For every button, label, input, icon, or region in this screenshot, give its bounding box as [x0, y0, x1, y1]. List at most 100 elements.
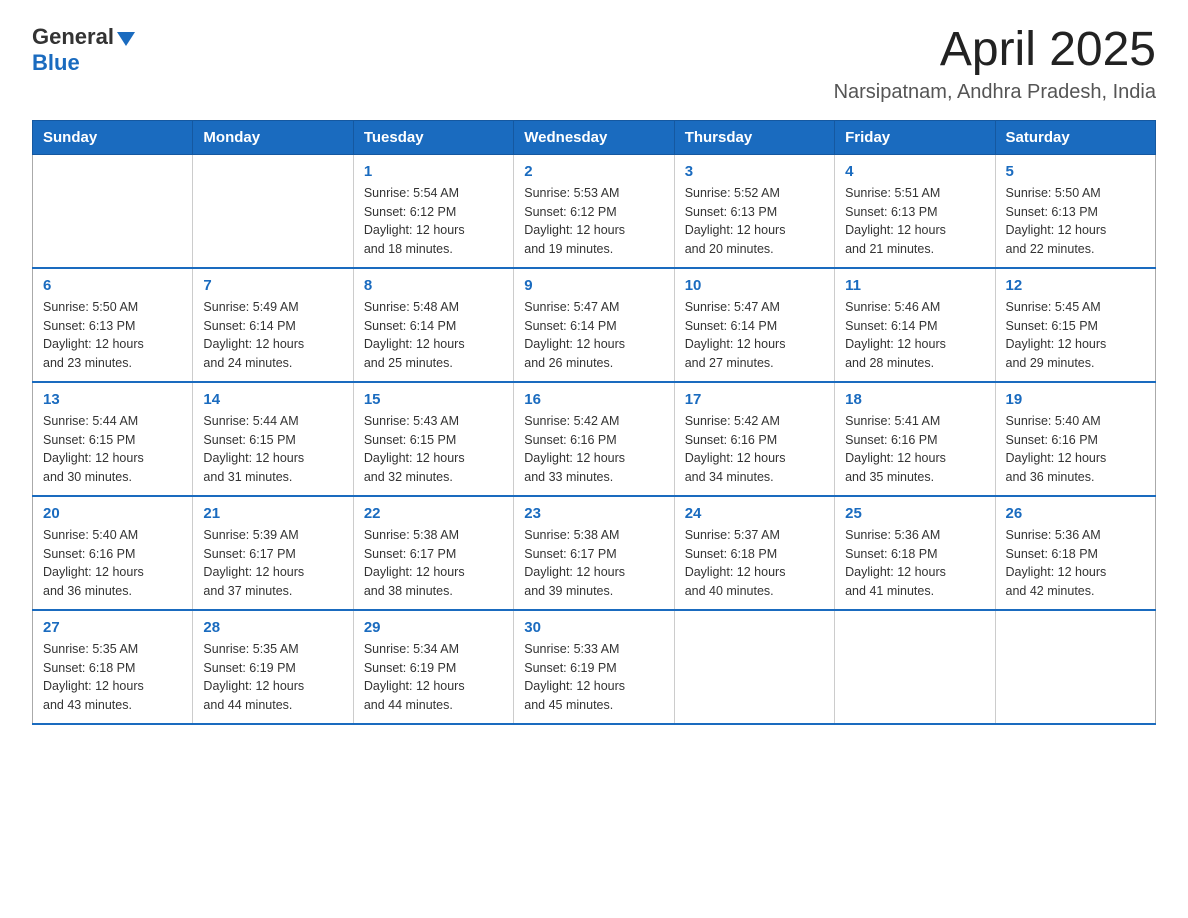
calendar-cell: 12Sunrise: 5:45 AMSunset: 6:15 PMDayligh…	[995, 268, 1155, 382]
calendar-cell: 4Sunrise: 5:51 AMSunset: 6:13 PMDaylight…	[835, 154, 995, 268]
calendar-cell: 19 Sunrise: 5:40 AMSunset: 6:16 PMDayligh…	[995, 382, 1155, 496]
day-info: Sunrise: 5:45 AMSunset: 6:15 PMDaylight:…	[1006, 298, 1145, 373]
day-number: 22	[364, 505, 503, 522]
calendar-cell: 5 Sunrise: 5:50 AMSunset: 6:13 PMDaylight…	[995, 154, 1155, 268]
day-number: 24	[685, 505, 824, 522]
day-info: Sunrise: 5:44 AMSunset: 6:15 PMDaylight:…	[203, 412, 342, 487]
calendar-cell: 25 Sunrise: 5:36 AMSunset: 6:18 PMDayligh…	[835, 496, 995, 610]
logo-general-text: General	[32, 24, 114, 50]
day-info: Sunrise: 5:42 AMSunset: 6:16 PMDaylight:…	[685, 412, 824, 487]
calendar-cell: 24Sunrise: 5:37 AMSunset: 6:18 PMDayligh…	[674, 496, 834, 610]
day-number: 28	[203, 619, 342, 636]
calendar-week-2: 13 Sunrise: 5:44 AMSunset: 6:15 PMDayligh…	[33, 382, 1156, 496]
day-number: 3	[685, 163, 824, 180]
day-info: Sunrise: 5:39 AMSunset: 6:17 PMDaylight:…	[203, 526, 342, 601]
day-number: 27	[43, 619, 182, 636]
calendar-cell: 27 Sunrise: 5:35 AMSunset: 6:18 PMDayligh…	[33, 610, 193, 724]
calendar-week-1: 6 Sunrise: 5:50 AMSunset: 6:13 PMDaylight…	[33, 268, 1156, 382]
day-info: Sunrise: 5:52 AMSunset: 6:13 PMDaylight:…	[685, 184, 824, 259]
day-number: 1	[364, 163, 503, 180]
day-info: Sunrise: 5:35 AMSunset: 6:19 PMDaylight:…	[203, 640, 342, 715]
weekday-header-row: SundayMondayTuesdayWednesdayThursdayFrid…	[33, 120, 1156, 154]
weekday-header-thursday: Thursday	[674, 120, 834, 154]
calendar-cell: 3 Sunrise: 5:52 AMSunset: 6:13 PMDaylight…	[674, 154, 834, 268]
day-number: 13	[43, 391, 182, 408]
day-info: Sunrise: 5:50 AMSunset: 6:13 PMDaylight:…	[1006, 184, 1145, 259]
calendar-cell	[995, 610, 1155, 724]
day-number: 19	[1006, 391, 1145, 408]
day-info: Sunrise: 5:35 AMSunset: 6:18 PMDaylight:…	[43, 640, 182, 715]
day-info: Sunrise: 5:53 AMSunset: 6:12 PMDaylight:…	[524, 184, 663, 259]
day-info: Sunrise: 5:46 AMSunset: 6:14 PMDaylight:…	[845, 298, 984, 373]
day-info: Sunrise: 5:34 AMSunset: 6:19 PMDaylight:…	[364, 640, 503, 715]
location-title: Narsipatnam, Andhra Pradesh, India	[834, 81, 1156, 104]
day-number: 2	[524, 163, 663, 180]
day-number: 16	[524, 391, 663, 408]
day-info: Sunrise: 5:50 AMSunset: 6:13 PMDaylight:…	[43, 298, 182, 373]
calendar-cell: 8 Sunrise: 5:48 AMSunset: 6:14 PMDaylight…	[353, 268, 513, 382]
day-number: 25	[845, 505, 984, 522]
calendar-cell: 9Sunrise: 5:47 AMSunset: 6:14 PMDaylight…	[514, 268, 674, 382]
calendar-cell: 11 Sunrise: 5:46 AMSunset: 6:14 PMDayligh…	[835, 268, 995, 382]
calendar-cell: 14Sunrise: 5:44 AMSunset: 6:15 PMDayligh…	[193, 382, 353, 496]
day-number: 18	[845, 391, 984, 408]
calendar-cell: 15Sunrise: 5:43 AMSunset: 6:15 PMDayligh…	[353, 382, 513, 496]
weekday-header-saturday: Saturday	[995, 120, 1155, 154]
calendar-cell	[193, 154, 353, 268]
day-info: Sunrise: 5:42 AMSunset: 6:16 PMDaylight:…	[524, 412, 663, 487]
calendar-header: SundayMondayTuesdayWednesdayThursdayFrid…	[33, 120, 1156, 154]
calendar-week-4: 27 Sunrise: 5:35 AMSunset: 6:18 PMDayligh…	[33, 610, 1156, 724]
day-number: 29	[364, 619, 503, 636]
calendar-cell: 6 Sunrise: 5:50 AMSunset: 6:13 PMDaylight…	[33, 268, 193, 382]
day-info: Sunrise: 5:36 AMSunset: 6:18 PMDaylight:…	[1006, 526, 1145, 601]
weekday-header-friday: Friday	[835, 120, 995, 154]
logo-triangle-icon	[117, 32, 135, 46]
day-info: Sunrise: 5:40 AMSunset: 6:16 PMDaylight:…	[1006, 412, 1145, 487]
calendar-cell: 29 Sunrise: 5:34 AMSunset: 6:19 PMDayligh…	[353, 610, 513, 724]
page-header: General Blue April 2025 Narsipatnam, And…	[32, 24, 1156, 104]
calendar-cell: 26 Sunrise: 5:36 AMSunset: 6:18 PMDayligh…	[995, 496, 1155, 610]
day-number: 7	[203, 277, 342, 294]
logo-blue-text: Blue	[32, 50, 80, 75]
day-number: 23	[524, 505, 663, 522]
calendar-cell: 10Sunrise: 5:47 AMSunset: 6:14 PMDayligh…	[674, 268, 834, 382]
day-number: 11	[845, 277, 984, 294]
day-number: 26	[1006, 505, 1145, 522]
day-info: Sunrise: 5:33 AMSunset: 6:19 PMDaylight:…	[524, 640, 663, 715]
day-number: 8	[364, 277, 503, 294]
calendar-body: 1Sunrise: 5:54 AMSunset: 6:12 PMDaylight…	[33, 154, 1156, 724]
calendar-cell: 17Sunrise: 5:42 AMSunset: 6:16 PMDayligh…	[674, 382, 834, 496]
day-number: 10	[685, 277, 824, 294]
weekday-header-wednesday: Wednesday	[514, 120, 674, 154]
calendar-cell: 7 Sunrise: 5:49 AMSunset: 6:14 PMDaylight…	[193, 268, 353, 382]
day-number: 15	[364, 391, 503, 408]
day-number: 5	[1006, 163, 1145, 180]
logo: General Blue	[32, 24, 135, 76]
calendar-table: SundayMondayTuesdayWednesdayThursdayFrid…	[32, 120, 1156, 725]
day-info: Sunrise: 5:36 AMSunset: 6:18 PMDaylight:…	[845, 526, 984, 601]
calendar-cell: 21 Sunrise: 5:39 AMSunset: 6:17 PMDayligh…	[193, 496, 353, 610]
day-info: Sunrise: 5:49 AMSunset: 6:14 PMDaylight:…	[203, 298, 342, 373]
day-number: 4	[845, 163, 984, 180]
calendar-cell: 16 Sunrise: 5:42 AMSunset: 6:16 PMDayligh…	[514, 382, 674, 496]
day-info: Sunrise: 5:38 AMSunset: 6:17 PMDaylight:…	[364, 526, 503, 601]
day-info: Sunrise: 5:41 AMSunset: 6:16 PMDaylight:…	[845, 412, 984, 487]
day-info: Sunrise: 5:38 AMSunset: 6:17 PMDaylight:…	[524, 526, 663, 601]
calendar-cell	[674, 610, 834, 724]
day-number: 30	[524, 619, 663, 636]
day-number: 21	[203, 505, 342, 522]
title-block: April 2025 Narsipatnam, Andhra Pradesh, …	[834, 24, 1156, 104]
calendar-cell	[835, 610, 995, 724]
weekday-header-monday: Monday	[193, 120, 353, 154]
calendar-cell: 22 Sunrise: 5:38 AMSunset: 6:17 PMDayligh…	[353, 496, 513, 610]
day-info: Sunrise: 5:48 AMSunset: 6:14 PMDaylight:…	[364, 298, 503, 373]
calendar-cell: 1Sunrise: 5:54 AMSunset: 6:12 PMDaylight…	[353, 154, 513, 268]
calendar-cell: 20Sunrise: 5:40 AMSunset: 6:16 PMDayligh…	[33, 496, 193, 610]
calendar-week-0: 1Sunrise: 5:54 AMSunset: 6:12 PMDaylight…	[33, 154, 1156, 268]
day-number: 6	[43, 277, 182, 294]
month-title: April 2025	[834, 24, 1156, 77]
calendar-cell: 28 Sunrise: 5:35 AMSunset: 6:19 PMDayligh…	[193, 610, 353, 724]
calendar-week-3: 20Sunrise: 5:40 AMSunset: 6:16 PMDayligh…	[33, 496, 1156, 610]
day-number: 20	[43, 505, 182, 522]
weekday-header-sunday: Sunday	[33, 120, 193, 154]
